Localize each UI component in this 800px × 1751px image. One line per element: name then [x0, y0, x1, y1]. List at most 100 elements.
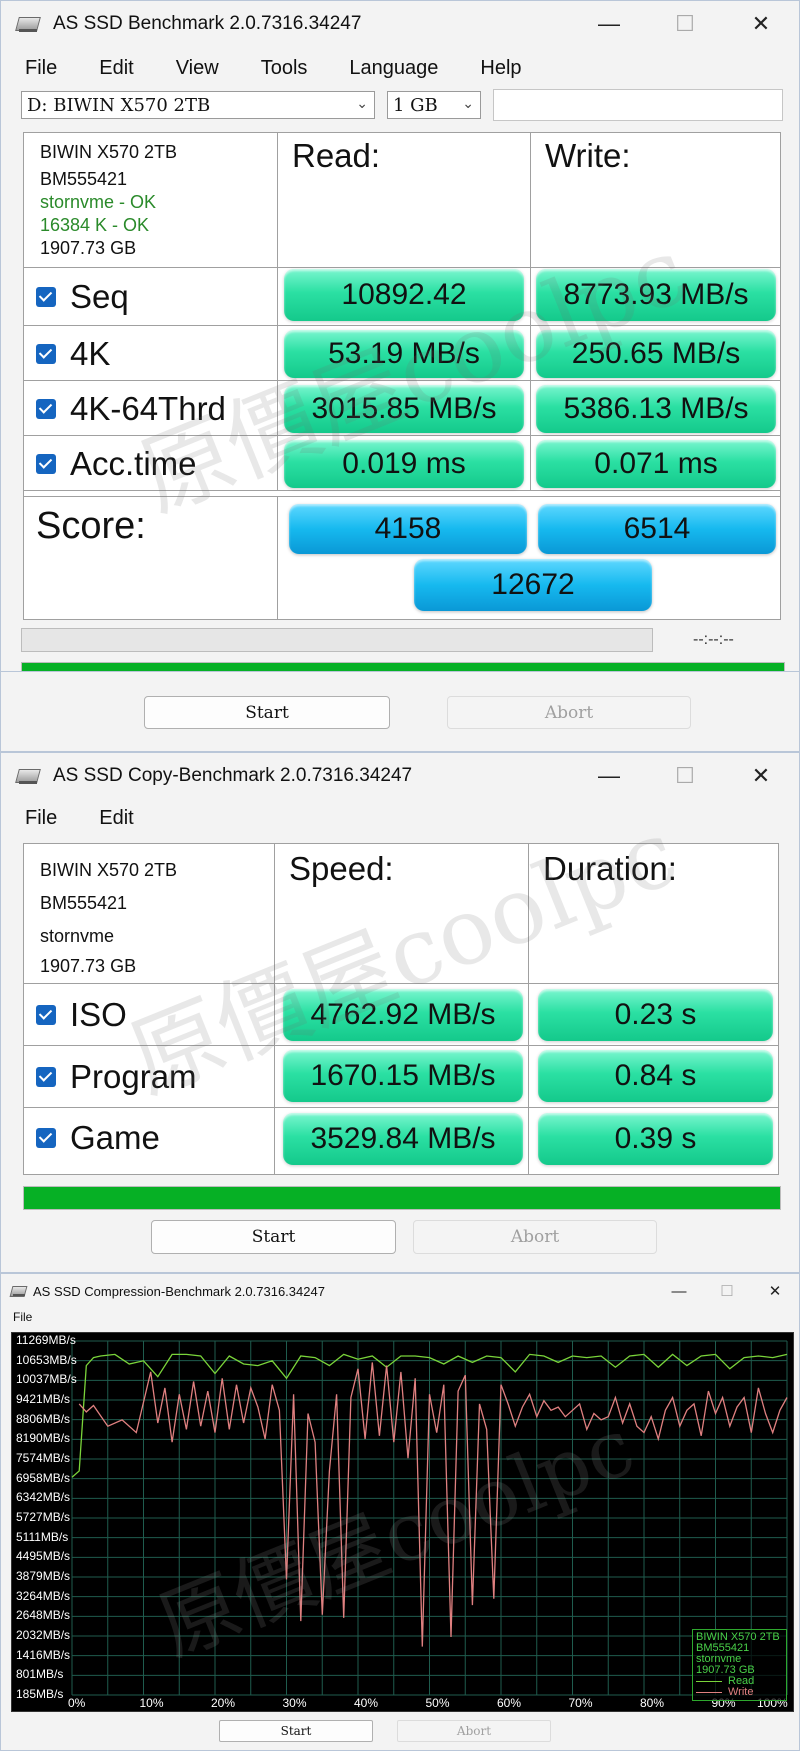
y-tick-label: 5727MB/s: [16, 1510, 71, 1524]
duration-header-cell: Duration:: [529, 844, 779, 984]
drive-select[interactable]: D: BIWIN X570 2TB ⌄: [21, 91, 375, 119]
score-total-value: 12672: [414, 559, 652, 611]
menu-file[interactable]: File: [13, 807, 69, 830]
program-checkbox[interactable]: [36, 1067, 56, 1087]
score-write-value: 6514: [538, 504, 776, 554]
y-tick-label: 6958MB/s: [16, 1470, 71, 1485]
4k64-label: 4K-64Thrd: [70, 389, 226, 427]
benchmark-menubar: File Edit View Tools Language Help: [1, 51, 799, 85]
x-tick-label: 40%: [354, 1696, 379, 1710]
acc-write-value: 0.071 ms: [536, 440, 776, 488]
menu-help[interactable]: Help: [468, 57, 533, 80]
game-label: Game: [70, 1119, 160, 1156]
copy-menubar: File Edit: [1, 801, 799, 835]
iso-checkbox[interactable]: [36, 1005, 56, 1025]
x-tick-label: 70%: [568, 1696, 593, 1710]
menu-view[interactable]: View: [164, 57, 231, 80]
program-label: Program: [70, 1058, 197, 1095]
y-tick-label: 9421MB/s: [16, 1392, 71, 1406]
copy-start-button[interactable]: Start: [151, 1220, 396, 1254]
4k64-checkbox[interactable]: [36, 398, 56, 419]
menu-edit[interactable]: Edit: [87, 57, 145, 80]
maximize-button[interactable]: ☐: [647, 1, 723, 47]
game-checkbox[interactable]: [36, 1128, 56, 1148]
y-tick-label: 185MB/s: [16, 1687, 64, 1701]
total-progress-bar: [21, 662, 785, 671]
legend-write-swatch: [696, 1692, 722, 1693]
compression-chart: 11269MB/s 10653MB/s 10037MB/s 9421MB/s 8806M…: [11, 1332, 794, 1712]
copy-titlebar[interactable]: AS SSD Copy-Benchmark 2.0.7316.34247 — ☐…: [1, 753, 799, 799]
y-tick-label: 801MB/s: [16, 1667, 64, 1682]
row-game-label-cell: Game: [24, 1108, 275, 1175]
score-read-value: 4158: [289, 504, 527, 554]
copy-abort-button[interactable]: Abort: [413, 1220, 657, 1254]
copy-progress-bar: [23, 1186, 781, 1210]
compression-titlebar[interactable]: AS SSD Compression-Benchmark 2.0.7316.34…: [1, 1274, 799, 1308]
alignment-status: 16384 K - OK: [40, 215, 150, 235]
close-button[interactable]: ✕: [751, 1274, 799, 1308]
status-textbox[interactable]: [493, 89, 783, 121]
program-speed-value: 1670.15 MB/s: [283, 1050, 523, 1102]
benchmark-window: AS SSD Benchmark 2.0.7316.34247 — ☐ ✕ Fi…: [0, 0, 800, 672]
iso-label: ISO: [70, 996, 127, 1033]
minimize-button[interactable]: —: [571, 753, 647, 799]
y-tick-label: 5111MB/s: [16, 1529, 69, 1544]
minimize-button[interactable]: —: [655, 1274, 703, 1308]
y-tick-label: 1416MB/s: [16, 1647, 71, 1662]
series-line-write: [78, 1362, 788, 1647]
compression-menubar: File: [1, 1306, 799, 1328]
menu-file[interactable]: File: [13, 57, 69, 80]
menu-edit[interactable]: Edit: [87, 807, 145, 830]
seq-checkbox[interactable]: [36, 287, 56, 307]
y-tick-label: 7574MB/s: [16, 1451, 71, 1465]
duration-header: Duration:: [543, 850, 677, 887]
drive-model: BIWIN X570 2TB: [40, 142, 178, 162]
close-button[interactable]: ✕: [723, 753, 799, 799]
menu-file[interactable]: File: [5, 1310, 40, 1324]
benchmark-window-footer: Start Abort: [0, 672, 800, 752]
benchmark-abort-button[interactable]: Abort: [447, 696, 691, 729]
size-select-value: 1 GB: [393, 94, 438, 116]
minimize-button[interactable]: —: [571, 1, 647, 47]
compression-start-button[interactable]: Start: [219, 1720, 373, 1742]
x-tick-label: 50%: [425, 1696, 450, 1710]
read-header-cell: Read:: [278, 133, 531, 268]
4k-write-value: 250.65 MB/s: [536, 330, 776, 378]
drive-info-panel: BIWIN X570 2TB BM555421 stornvme - OK 16…: [24, 133, 278, 268]
acc-checkbox[interactable]: [36, 453, 56, 474]
speed-header-cell: Speed:: [275, 844, 529, 984]
compression-chart-svg: [71, 1340, 788, 1696]
drive-select-value: D: BIWIN X570 2TB: [27, 94, 211, 116]
size-select[interactable]: 1 GB ⌄: [387, 91, 481, 119]
row-acc-label-cell: Acc.time: [24, 436, 278, 491]
game-speed-value: 3529.84 MB/s: [283, 1113, 523, 1165]
score-label: Score:: [36, 505, 146, 547]
y-tick-label: 4495MB/s: [16, 1549, 71, 1564]
4k-checkbox[interactable]: [36, 343, 56, 364]
x-tick-label: 10%: [139, 1696, 164, 1710]
chevron-down-icon: ⌄: [356, 96, 368, 112]
y-tick-label: 8806MB/s: [16, 1411, 71, 1426]
score-label-cell: Score:: [24, 496, 278, 620]
menu-language[interactable]: Language: [337, 57, 450, 80]
seq-write-value: 8773.93 MB/s: [536, 269, 776, 321]
elapsed-timer: --:--:--: [693, 631, 734, 648]
row-seq-label-cell: Seq: [24, 268, 278, 326]
drive-capacity: 1907.73 GB: [40, 238, 137, 258]
copy-window-title: AS SSD Copy-Benchmark 2.0.7316.34247: [53, 765, 413, 786]
compression-window-title: AS SSD Compression-Benchmark 2.0.7316.34…: [33, 1283, 325, 1299]
maximize-button[interactable]: ☐: [703, 1274, 751, 1308]
menu-tools[interactable]: Tools: [249, 57, 320, 80]
benchmark-start-button[interactable]: Start: [144, 696, 390, 729]
copy-benchmark-window: AS SSD Copy-Benchmark 2.0.7316.34247 — ☐…: [0, 752, 800, 1273]
row-4k64-label-cell: 4K-64Thrd: [24, 381, 278, 436]
close-button[interactable]: ✕: [723, 1, 799, 47]
maximize-button[interactable]: ☐: [647, 753, 723, 799]
4k64-write-value: 5386.13 MB/s: [536, 385, 776, 433]
benchmark-titlebar[interactable]: AS SSD Benchmark 2.0.7316.34247 — ☐ ✕: [1, 1, 799, 47]
row-iso-label-cell: ISO: [24, 984, 275, 1046]
compression-abort-button[interactable]: Abort: [397, 1720, 551, 1742]
y-tick-label: 3879MB/s: [16, 1569, 71, 1583]
chart-legend: BIWIN X570 2TB BM555421 stornvme 1907.73…: [692, 1629, 787, 1701]
chevron-down-icon: ⌄: [462, 96, 474, 112]
